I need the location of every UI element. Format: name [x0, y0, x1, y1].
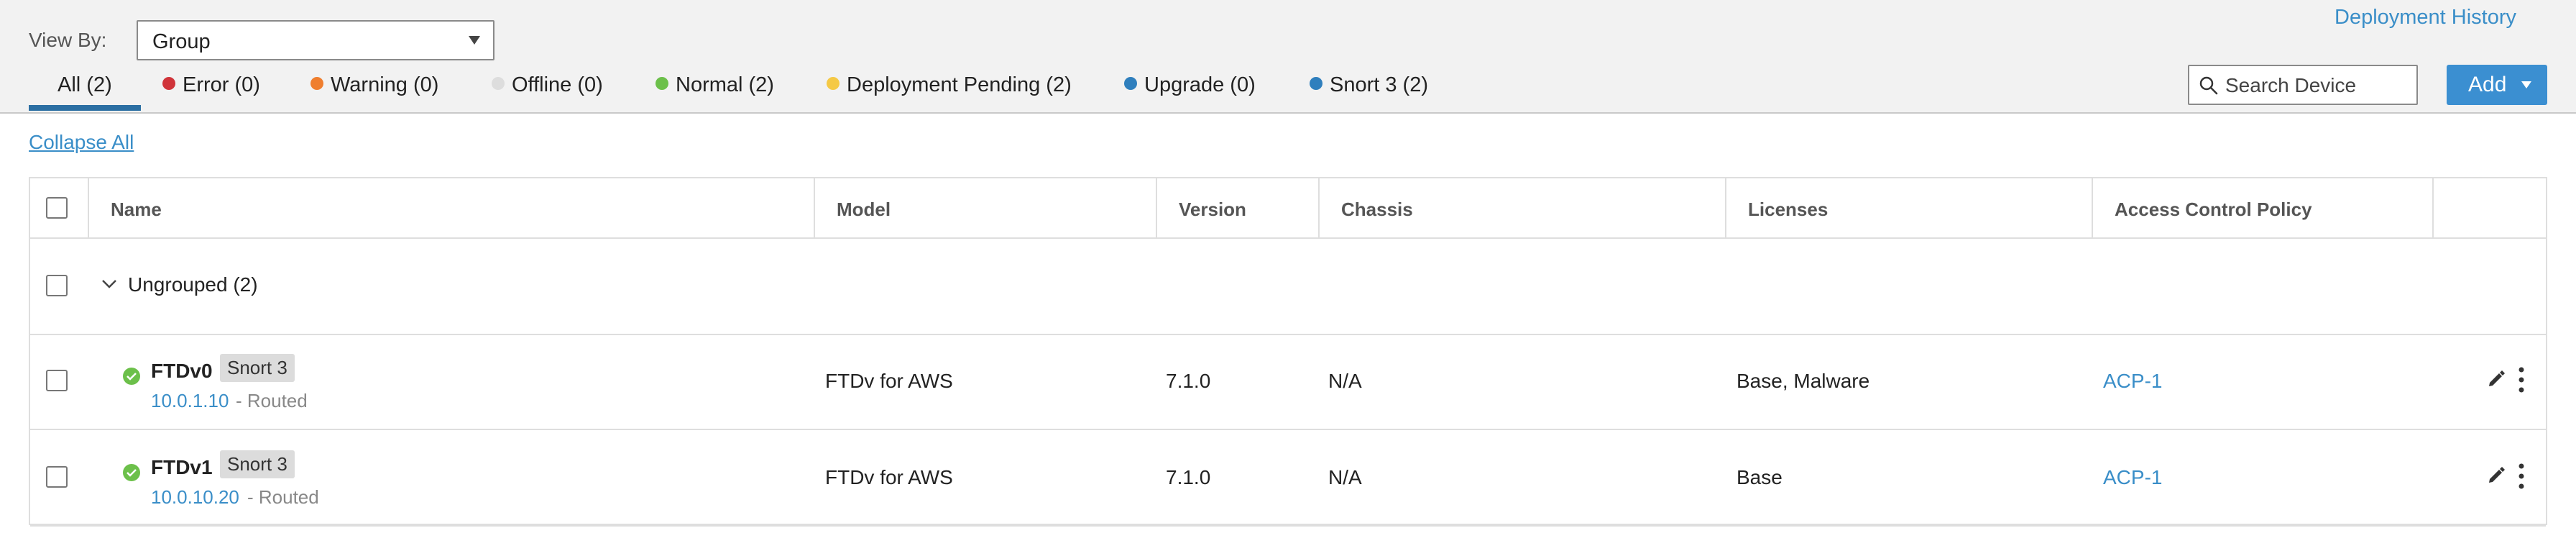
- add-button[interactable]: Add: [2447, 65, 2547, 105]
- tab-label: Offline (0): [512, 73, 603, 96]
- device-chassis: N/A: [1328, 466, 1362, 488]
- select-all-checkbox[interactable]: [46, 197, 68, 219]
- column-header-name[interactable]: Name: [111, 199, 162, 221]
- tab-all[interactable]: All (2): [58, 73, 112, 109]
- tab-deployment-pending[interactable]: Deployment Pending (2): [827, 73, 1072, 109]
- tab-label: Normal (2): [676, 73, 774, 96]
- tab-label: Snort 3 (2): [1330, 73, 1428, 96]
- snort-status-dot-icon: [1310, 77, 1322, 90]
- chevron-down-icon[interactable]: [99, 273, 119, 293]
- device-licenses: Base: [1736, 466, 1782, 488]
- snort-badge: Snort 3: [220, 450, 295, 478]
- tab-label: Error (0): [183, 73, 260, 96]
- column-header-access-control-policy[interactable]: Access Control Policy: [2115, 199, 2312, 221]
- device-model: FTDv for AWS: [825, 466, 953, 488]
- tab-error[interactable]: Error (0): [162, 73, 260, 109]
- device-ip-link[interactable]: 10.0.1.10: [151, 390, 229, 412]
- access-control-policy-link[interactable]: ACP-1: [2103, 370, 2162, 393]
- row-checkbox[interactable]: [46, 466, 68, 488]
- tab-label: All (2): [58, 73, 112, 96]
- search-placeholder: Search Device: [2225, 74, 2357, 96]
- search-icon: [2199, 76, 2218, 95]
- column-divider: [2432, 178, 2434, 237]
- device-name[interactable]: FTDv0: [151, 360, 213, 383]
- collapse-all-link[interactable]: Collapse All: [29, 131, 134, 154]
- tab-warning[interactable]: Warning (0): [310, 73, 438, 109]
- active-tab-indicator: [29, 105, 141, 111]
- normal-status-dot-icon: [656, 77, 668, 90]
- group-row-ungrouped: Ungrouped (2): [30, 237, 2546, 335]
- view-by-label: View By:: [29, 29, 107, 51]
- warning-status-dot-icon: [310, 77, 323, 90]
- tab-label: Deployment Pending (2): [847, 73, 1072, 96]
- check-circle-icon: [123, 464, 140, 481]
- device-version: 7.1.0: [1166, 466, 1211, 488]
- offline-status-dot-icon: [492, 77, 505, 90]
- column-header-model[interactable]: Model: [837, 199, 891, 221]
- device-version: 7.1.0: [1166, 370, 1211, 392]
- tab-label: Upgrade (0): [1144, 73, 1256, 96]
- kebab-menu-icon[interactable]: [2516, 462, 2527, 491]
- group-checkbox[interactable]: [46, 275, 68, 296]
- device-management-page: View By: Group Deployment History All (2…: [0, 0, 2576, 551]
- error-status-dot-icon: [162, 77, 175, 90]
- device-licenses: Base, Malware: [1736, 370, 1870, 392]
- pending-status-dot-icon: [827, 77, 840, 90]
- column-divider: [1725, 178, 1726, 237]
- column-divider: [1156, 178, 1157, 237]
- table-row: FTDv1 Snort 3 10.0.10.20 - Routed FTDv f…: [30, 430, 2546, 527]
- column-divider: [1318, 178, 1320, 237]
- snort-badge: Snort 3: [220, 354, 295, 382]
- column-header-licenses[interactable]: Licenses: [1748, 199, 1828, 221]
- tab-upgrade[interactable]: Upgrade (0): [1124, 73, 1256, 109]
- view-by-select[interactable]: Group: [137, 20, 494, 60]
- access-control-policy-link[interactable]: ACP-1: [2103, 466, 2162, 489]
- table-row: FTDv0 Snort 3 10.0.1.10 - Routed FTDv fo…: [30, 334, 2546, 430]
- pencil-icon[interactable]: [2485, 465, 2507, 486]
- toolbar: View By: Group Deployment History All (2…: [0, 0, 2576, 114]
- pencil-icon[interactable]: [2485, 368, 2507, 390]
- device-model: FTDv for AWS: [825, 370, 953, 392]
- row-checkbox[interactable]: [46, 370, 68, 391]
- search-device-input[interactable]: Search Device: [2188, 65, 2418, 105]
- column-header-version[interactable]: Version: [1179, 199, 1246, 221]
- dropdown-caret-icon: [469, 36, 480, 45]
- group-label: Ungrouped (2): [128, 273, 258, 296]
- column-header-chassis[interactable]: Chassis: [1341, 199, 1413, 221]
- column-divider: [814, 178, 815, 237]
- device-table: Name Model Version Chassis Licenses Acce…: [29, 177, 2547, 527]
- tab-normal[interactable]: Normal (2): [656, 73, 774, 109]
- column-divider: [88, 178, 89, 237]
- column-divider: [2092, 178, 2093, 237]
- device-mode: - Routed: [247, 486, 319, 508]
- tab-label: Warning (0): [331, 73, 439, 96]
- check-circle-icon: [123, 368, 140, 385]
- tab-snort-3[interactable]: Snort 3 (2): [1310, 73, 1428, 109]
- tab-offline[interactable]: Offline (0): [492, 73, 603, 109]
- deployment-history-link[interactable]: Deployment History: [2334, 6, 2516, 29]
- device-mode: - Routed: [236, 390, 308, 411]
- add-button-label: Add: [2468, 73, 2507, 96]
- upgrade-status-dot-icon: [1124, 77, 1137, 90]
- chevron-down-icon: [2521, 81, 2531, 88]
- kebab-menu-icon[interactable]: [2516, 365, 2527, 394]
- view-by-value: Group: [152, 30, 211, 53]
- device-ip-link[interactable]: 10.0.10.20: [151, 486, 239, 509]
- device-chassis: N/A: [1328, 370, 1362, 392]
- table-header: Name Model Version Chassis Licenses Acce…: [30, 178, 2546, 239]
- device-name[interactable]: FTDv1: [151, 456, 213, 479]
